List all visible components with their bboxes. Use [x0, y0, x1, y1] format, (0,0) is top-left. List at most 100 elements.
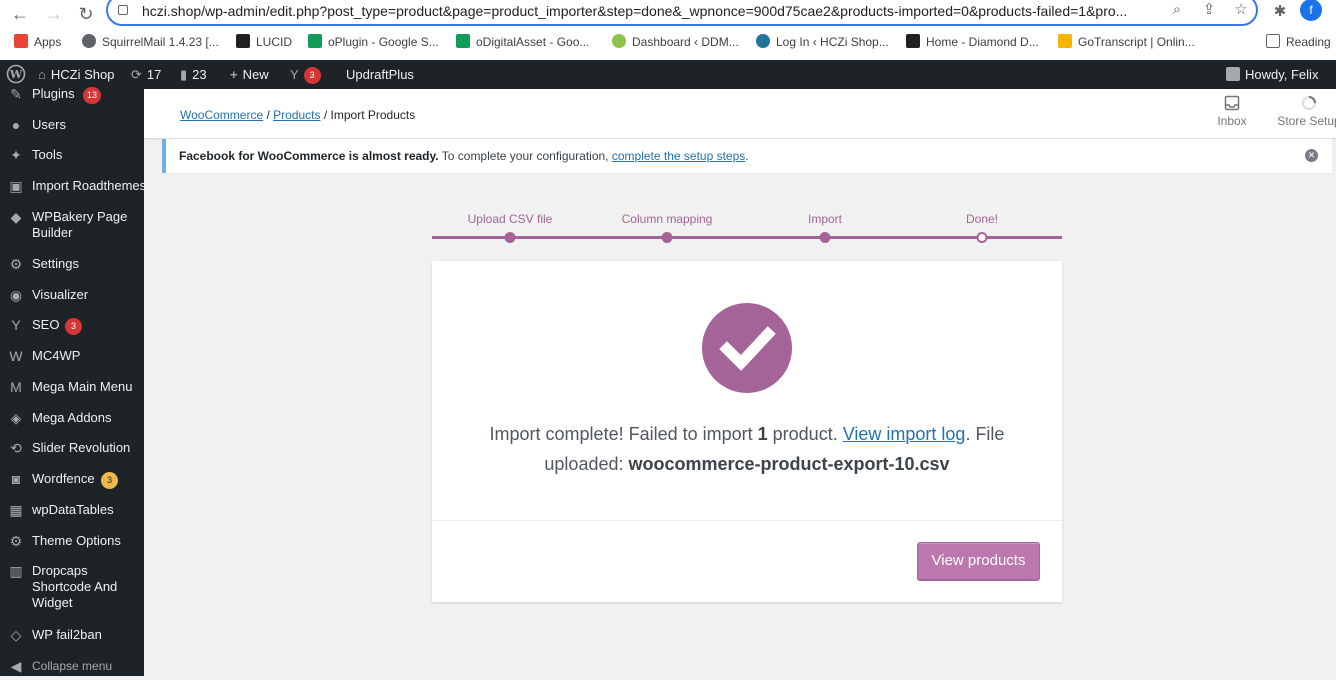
lock-icon[interactable]	[118, 5, 128, 15]
inbox-label: Inbox	[1217, 114, 1247, 128]
sidebar-item[interactable]: ● Users	[0, 115, 144, 139]
sidebar-item[interactable]: ◉ Visualizer	[0, 285, 144, 309]
inbox-button[interactable]: Inbox	[1200, 95, 1264, 128]
url-text[interactable]: hczi.shop/wp-admin/edit.php?post_type=pr…	[142, 3, 1142, 19]
sidebar-item-label: Wordfence	[32, 471, 95, 486]
address-bar[interactable]: hczi.shop/wp-admin/edit.php?post_type=pr…	[106, 0, 1258, 26]
notice-body: To complete your configuration,	[438, 149, 612, 163]
sidebar-item[interactable]: ✎ Plugins 13	[0, 84, 144, 108]
sidebar-item-label: wpDataTables	[32, 502, 114, 517]
admin-sidebar: ✎ Plugins 13 ● Users ✦ Tools ▣ Import Roadthemes…	[0, 86, 147, 676]
settings-icon: ⚙	[9, 256, 23, 272]
view-products-button[interactable]: View products	[917, 542, 1040, 580]
message-middle: product.	[767, 424, 843, 444]
sidebar-item[interactable]: ✦ Tools	[0, 145, 144, 169]
wpdatatables-icon: ▦	[9, 502, 23, 518]
bookmark-item[interactable]: Log In ‹ HCZi Shop...	[756, 32, 889, 52]
sidebar-item-label: Mega Addons	[32, 410, 112, 425]
facebook-notice: Facebook for WooCommerce is almost ready…	[162, 139, 1332, 173]
view-import-log-link[interactable]: View import log	[843, 424, 966, 444]
sidebar-item-label: Tools	[32, 147, 63, 162]
step-label-mapping: Column mapping	[621, 212, 713, 226]
bookmarks-bar: Apps SquirrelMail 1.4.23 [... LUCID oPlugin…	[0, 30, 1336, 54]
bookmark-item[interactable]: Home - Diamond D...	[906, 32, 1039, 52]
sidebar-item-label: Users	[32, 117, 66, 132]
inbox-icon	[1224, 95, 1240, 111]
notice-text: Facebook for WooCommerce is almost ready…	[179, 149, 749, 163]
sidebar-item[interactable]: ⚙ Settings	[0, 254, 144, 278]
breadcrumb-products[interactable]: Products	[273, 108, 320, 122]
comments-link[interactable]: ▮ 23	[180, 60, 207, 89]
uploaded-file-name: woocommerce-product-export-10.csv	[628, 454, 950, 474]
reload-icon[interactable]: ↻	[74, 2, 98, 26]
card-divider	[432, 520, 1062, 521]
sidebar-item[interactable]: ▦ wpDataTables	[0, 500, 144, 524]
sidebar-item[interactable]: ◇ WP fail2ban	[0, 625, 144, 649]
bookmark-item[interactable]: oDigitalAsset - Goo...	[456, 32, 589, 52]
bookmark-item[interactable]: oPlugin - Google S...	[308, 32, 439, 52]
browser-toolbar: ← → ↻ hczi.shop/wp-admin/edit.php?post_t…	[0, 0, 1336, 30]
new-label: New	[242, 67, 269, 82]
sidebar-item[interactable]: M Mega Main Menu	[0, 377, 144, 401]
comments-count: 23	[192, 67, 207, 82]
setup-steps-link[interactable]: complete the setup steps	[612, 149, 745, 163]
wpbakery-icon: ◆	[10, 209, 22, 225]
tools-icon: ✦	[10, 147, 22, 163]
site-name: HCZi Shop	[50, 67, 115, 82]
sidebar-item[interactable]: ⚙ Theme Options	[0, 531, 144, 555]
sidebar-item[interactable]: ◈ Mega Addons	[0, 408, 144, 432]
bookmark-favicon-icon	[308, 34, 322, 48]
dismiss-icon[interactable]: ✕	[1305, 149, 1318, 162]
seo-admin-link[interactable]: Y3	[290, 60, 321, 89]
sidebar-item[interactable]: Y SEO 3	[0, 315, 144, 339]
sidebar-item[interactable]: ▥ Dropcaps Shortcode And Widget	[0, 561, 144, 613]
sidebar-item-label: Import Roadthemes	[32, 178, 147, 193]
sidebar-item-label: MC4WP	[32, 348, 81, 363]
bookmark-label: oPlugin - Google S...	[328, 35, 439, 49]
extensions-icon[interactable]: ✱	[1270, 2, 1290, 22]
sidebar-item[interactable]: ◙ Wordfence 3	[0, 469, 144, 493]
forward-arrow-icon[interactable]: →	[42, 2, 66, 26]
back-arrow-icon[interactable]: ←	[8, 2, 32, 26]
message-prefix: Import complete! Failed to import	[489, 424, 758, 444]
check-circle-icon	[702, 303, 792, 393]
dropcaps-icon: ▥	[9, 563, 23, 579]
bookmark-item[interactable]: Dashboard ‹ DDM...	[612, 32, 739, 52]
steps-line	[432, 236, 1062, 239]
mc4wp-icon: W	[9, 348, 23, 364]
step-dot-import	[819, 232, 831, 243]
yoast-icon: Y	[290, 67, 299, 82]
sidebar-item[interactable]: ◀ Collapse menu	[0, 656, 144, 680]
zoom-icon[interactable]: ⌕	[1168, 1, 1186, 19]
import-result-card: Import complete! Failed to import 1 prod…	[432, 261, 1062, 602]
sidebar-item-label: Slider Revolution	[32, 440, 131, 455]
sidebar-item[interactable]: ⟲ Slider Revolution	[0, 438, 144, 462]
sidebar-item-label: Settings	[32, 256, 79, 271]
wordfence-icon: ◙	[11, 471, 21, 487]
bookmark-item[interactable]: SquirrelMail 1.4.23 [...	[82, 32, 219, 52]
reading-list-button[interactable]: Reading	[1266, 32, 1331, 52]
step-dot-mapping	[661, 232, 673, 243]
sidebar-item[interactable]: W MC4WP	[0, 346, 144, 370]
mega-addons-icon: ◈	[10, 410, 22, 426]
bookmark-star-icon[interactable]: ☆	[1232, 1, 1250, 19]
failed-count: 1	[757, 424, 768, 444]
bookmark-label: GoTranscript | Onlin...	[1078, 35, 1195, 49]
bookmark-label: LUCID	[256, 35, 293, 49]
bookmark-favicon-icon	[906, 34, 920, 48]
account-link[interactable]: Howdy, Felix	[1226, 60, 1318, 89]
profile-avatar[interactable]: f	[1300, 0, 1322, 21]
sidebar-item[interactable]: ◆ WPBakery Page Builder	[0, 207, 144, 243]
bookmark-item[interactable]: GoTranscript | Onlin...	[1058, 32, 1195, 52]
sidebar-item[interactable]: ▣ Import Roadthemes	[0, 176, 147, 200]
bookmark-item[interactable]: LUCID	[236, 32, 292, 52]
share-icon[interactable]: ⇪	[1200, 1, 1218, 19]
bookmark-favicon-icon	[14, 34, 28, 48]
breadcrumb-woocommerce[interactable]: WooCommerce	[180, 108, 263, 122]
updraftplus-link[interactable]: UpdraftPlus	[346, 60, 414, 89]
store-setup-button[interactable]: Store Setup	[1274, 95, 1336, 128]
bookmark-item[interactable]: Apps	[14, 32, 61, 52]
new-content-link[interactable]: + New	[230, 60, 269, 89]
seo-icon: Y	[11, 317, 21, 333]
svg-text:W: W	[9, 68, 23, 81]
